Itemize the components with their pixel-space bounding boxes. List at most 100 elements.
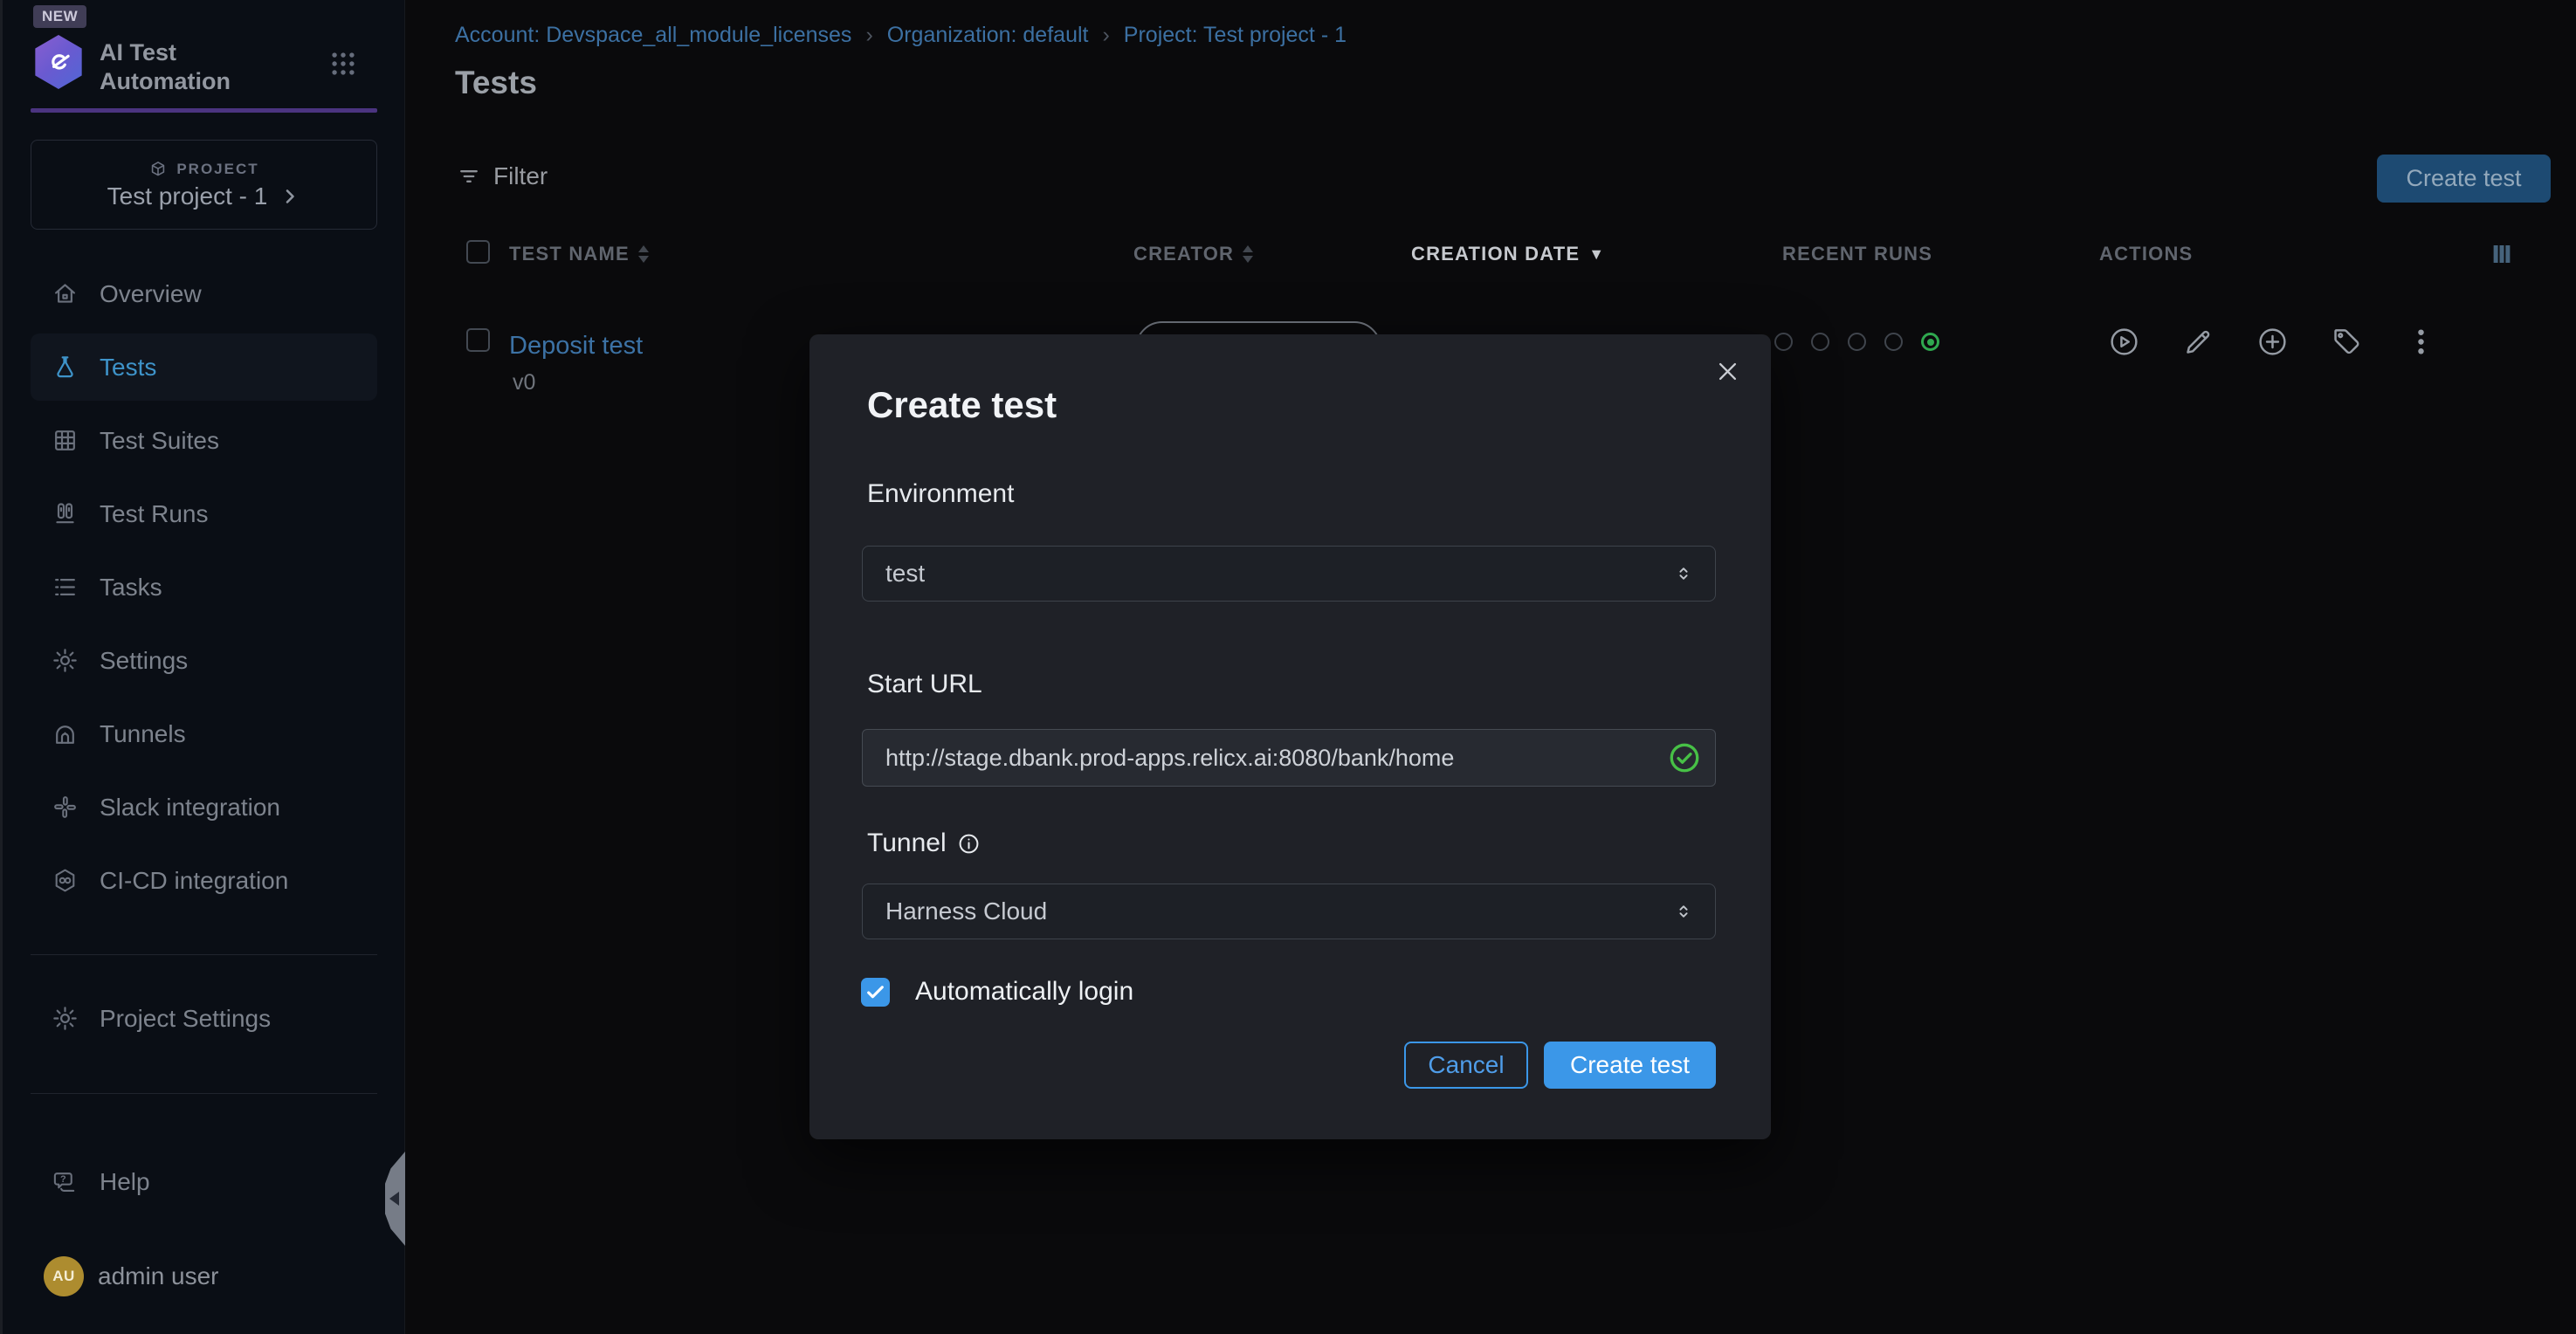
- run-dot-empty[interactable]: [1811, 333, 1829, 351]
- sort-desc-icon: ▼: [1588, 245, 1605, 264]
- breadcrumb-item-account[interactable]: Account: Devspace_all_module_licenses: [455, 23, 851, 48]
- grid-icon: [52, 427, 79, 454]
- column-recent-runs: RECENT RUNS: [1782, 243, 1932, 265]
- more-kebab-icon[interactable]: [2405, 326, 2437, 358]
- sidebar-item-project-settings[interactable]: Project Settings: [31, 985, 377, 1052]
- sidebar-item-label: Help: [100, 1168, 150, 1196]
- tag-icon[interactable]: [2331, 326, 2363, 358]
- row-actions: [2108, 326, 2437, 358]
- modal-title: Create test: [867, 384, 1057, 426]
- sidebar-divider: [31, 1093, 377, 1094]
- window-edge: [0, 0, 3, 1334]
- breadcrumb-separator: ›: [1102, 23, 1109, 48]
- chevron-right-icon: [279, 186, 300, 207]
- user-name: admin user: [98, 1262, 219, 1290]
- column-creator[interactable]: CREATOR: [1133, 243, 1253, 265]
- column-label: CREATOR: [1133, 243, 1234, 265]
- run-dot-empty[interactable]: [1848, 333, 1866, 351]
- sidebar-item-tests[interactable]: Tests: [31, 334, 377, 401]
- sidebar-item-overview[interactable]: Overview: [31, 260, 377, 327]
- filter-icon: [457, 164, 481, 189]
- sidebar-item-cicd-integration[interactable]: CI-CD integration: [31, 847, 377, 914]
- sort-icon: [1243, 245, 1253, 263]
- sidebar-divider: [31, 954, 377, 955]
- sidebar: NEW AI Test Automation PROJECT Test proj…: [0, 0, 405, 1334]
- svg-text:?: ?: [60, 1174, 66, 1185]
- sidebar-item-label: Settings: [100, 647, 188, 675]
- user-menu[interactable]: AU admin user: [44, 1246, 375, 1307]
- info-icon[interactable]: [957, 832, 981, 856]
- start-url-input[interactable]: http://stage.dbank.prod-apps.relicx.ai:8…: [862, 729, 1716, 787]
- create-test-button[interactable]: Create test: [2377, 155, 2551, 203]
- sidebar-item-label: Tests: [100, 354, 156, 382]
- auto-login-checkbox-row[interactable]: Automatically login: [861, 977, 1133, 1007]
- row-checkbox[interactable]: [466, 328, 490, 352]
- breadcrumb-item-organization[interactable]: Organization: default: [887, 23, 1089, 48]
- app-switcher-icon[interactable]: [328, 49, 358, 79]
- product-logo[interactable]: [31, 35, 86, 89]
- run-dot-success[interactable]: [1921, 333, 1939, 351]
- run-dot-empty[interactable]: [1774, 333, 1793, 351]
- slack-icon: [52, 794, 79, 821]
- gear-icon: [52, 647, 79, 674]
- table-header: TEST NAME CREATOR CREATION DATE ▼ RECENT…: [406, 234, 2576, 274]
- column-creation-date[interactable]: CREATION DATE ▼: [1411, 243, 1605, 265]
- edit-pencil-icon[interactable]: [2182, 326, 2214, 358]
- field-label-text: Environment: [867, 479, 1014, 509]
- environment-label: Environment: [867, 479, 1014, 509]
- gear-icon: [52, 1005, 79, 1032]
- help-chat-icon: ?: [52, 1168, 79, 1195]
- cancel-button[interactable]: Cancel: [1404, 1042, 1528, 1089]
- cicd-icon: [52, 867, 79, 894]
- select-chevrons-icon: [1673, 901, 1694, 922]
- project-selector[interactable]: PROJECT Test project - 1: [31, 140, 377, 230]
- select-all-checkbox[interactable]: [466, 240, 490, 264]
- close-icon[interactable]: [1714, 358, 1741, 385]
- sidebar-collapse-handle[interactable]: [385, 1152, 405, 1246]
- run-dot-empty[interactable]: [1884, 333, 1903, 351]
- sidebar-item-test-runs[interactable]: Test Runs: [31, 480, 377, 547]
- auto-login-label: Automatically login: [915, 977, 1133, 1007]
- avatar: AU: [44, 1256, 84, 1296]
- start-url-value: http://stage.dbank.prod-apps.relicx.ai:8…: [885, 745, 1668, 772]
- sidebar-item-slack-integration[interactable]: Slack integration: [31, 774, 377, 841]
- flask-icon: [52, 354, 79, 381]
- product-title: AI Test Automation: [100, 38, 257, 96]
- column-settings-icon[interactable]: [2489, 241, 2515, 267]
- sidebar-item-tunnels[interactable]: Tunnels: [31, 700, 377, 767]
- breadcrumb-separator: ›: [865, 23, 872, 48]
- collapse-arrow-icon: [389, 1192, 399, 1206]
- filter-label: Filter: [493, 162, 548, 190]
- filter-button[interactable]: Filter: [457, 162, 548, 190]
- tunnel-select[interactable]: Harness Cloud: [862, 884, 1716, 939]
- column-test-name[interactable]: TEST NAME: [509, 243, 649, 265]
- brand-divider: [31, 108, 377, 113]
- recent-runs: [1774, 333, 1939, 351]
- sidebar-item-settings[interactable]: Settings: [31, 627, 377, 694]
- play-icon[interactable]: [2108, 326, 2140, 358]
- sidebar-item-test-suites[interactable]: Test Suites: [31, 407, 377, 474]
- sidebar-item-help[interactable]: ? Help: [31, 1148, 377, 1215]
- environment-select[interactable]: test: [862, 546, 1716, 602]
- field-label-text: Start URL: [867, 670, 982, 699]
- field-label-text: Tunnel: [867, 829, 947, 858]
- breadcrumb-item-project[interactable]: Project: Test project - 1: [1124, 23, 1347, 48]
- sidebar-item-label: Project Settings: [100, 1005, 271, 1033]
- modal-create-test-button[interactable]: Create test: [1544, 1042, 1716, 1089]
- sidebar-item-label: CI-CD integration: [100, 867, 288, 895]
- select-chevrons-icon: [1673, 563, 1694, 584]
- add-plus-icon[interactable]: [2256, 326, 2289, 358]
- start-url-label: Start URL: [867, 670, 982, 699]
- sidebar-item-label: Test Runs: [100, 500, 209, 528]
- test-name-link[interactable]: Deposit test: [509, 332, 643, 361]
- page-title: Tests: [455, 65, 537, 101]
- list-icon: [52, 574, 79, 601]
- project-label: PROJECT: [176, 161, 258, 178]
- environment-value: test: [885, 560, 1673, 588]
- checkbox-checked-icon[interactable]: [861, 978, 890, 1007]
- tunnel-label: Tunnel: [867, 829, 981, 858]
- create-test-modal: Create test Environment test Start URL h…: [809, 334, 1771, 1139]
- sidebar-item-label: Test Suites: [100, 427, 219, 455]
- sidebar-item-tasks[interactable]: Tasks: [31, 554, 377, 621]
- column-label: CREATION DATE: [1411, 243, 1580, 265]
